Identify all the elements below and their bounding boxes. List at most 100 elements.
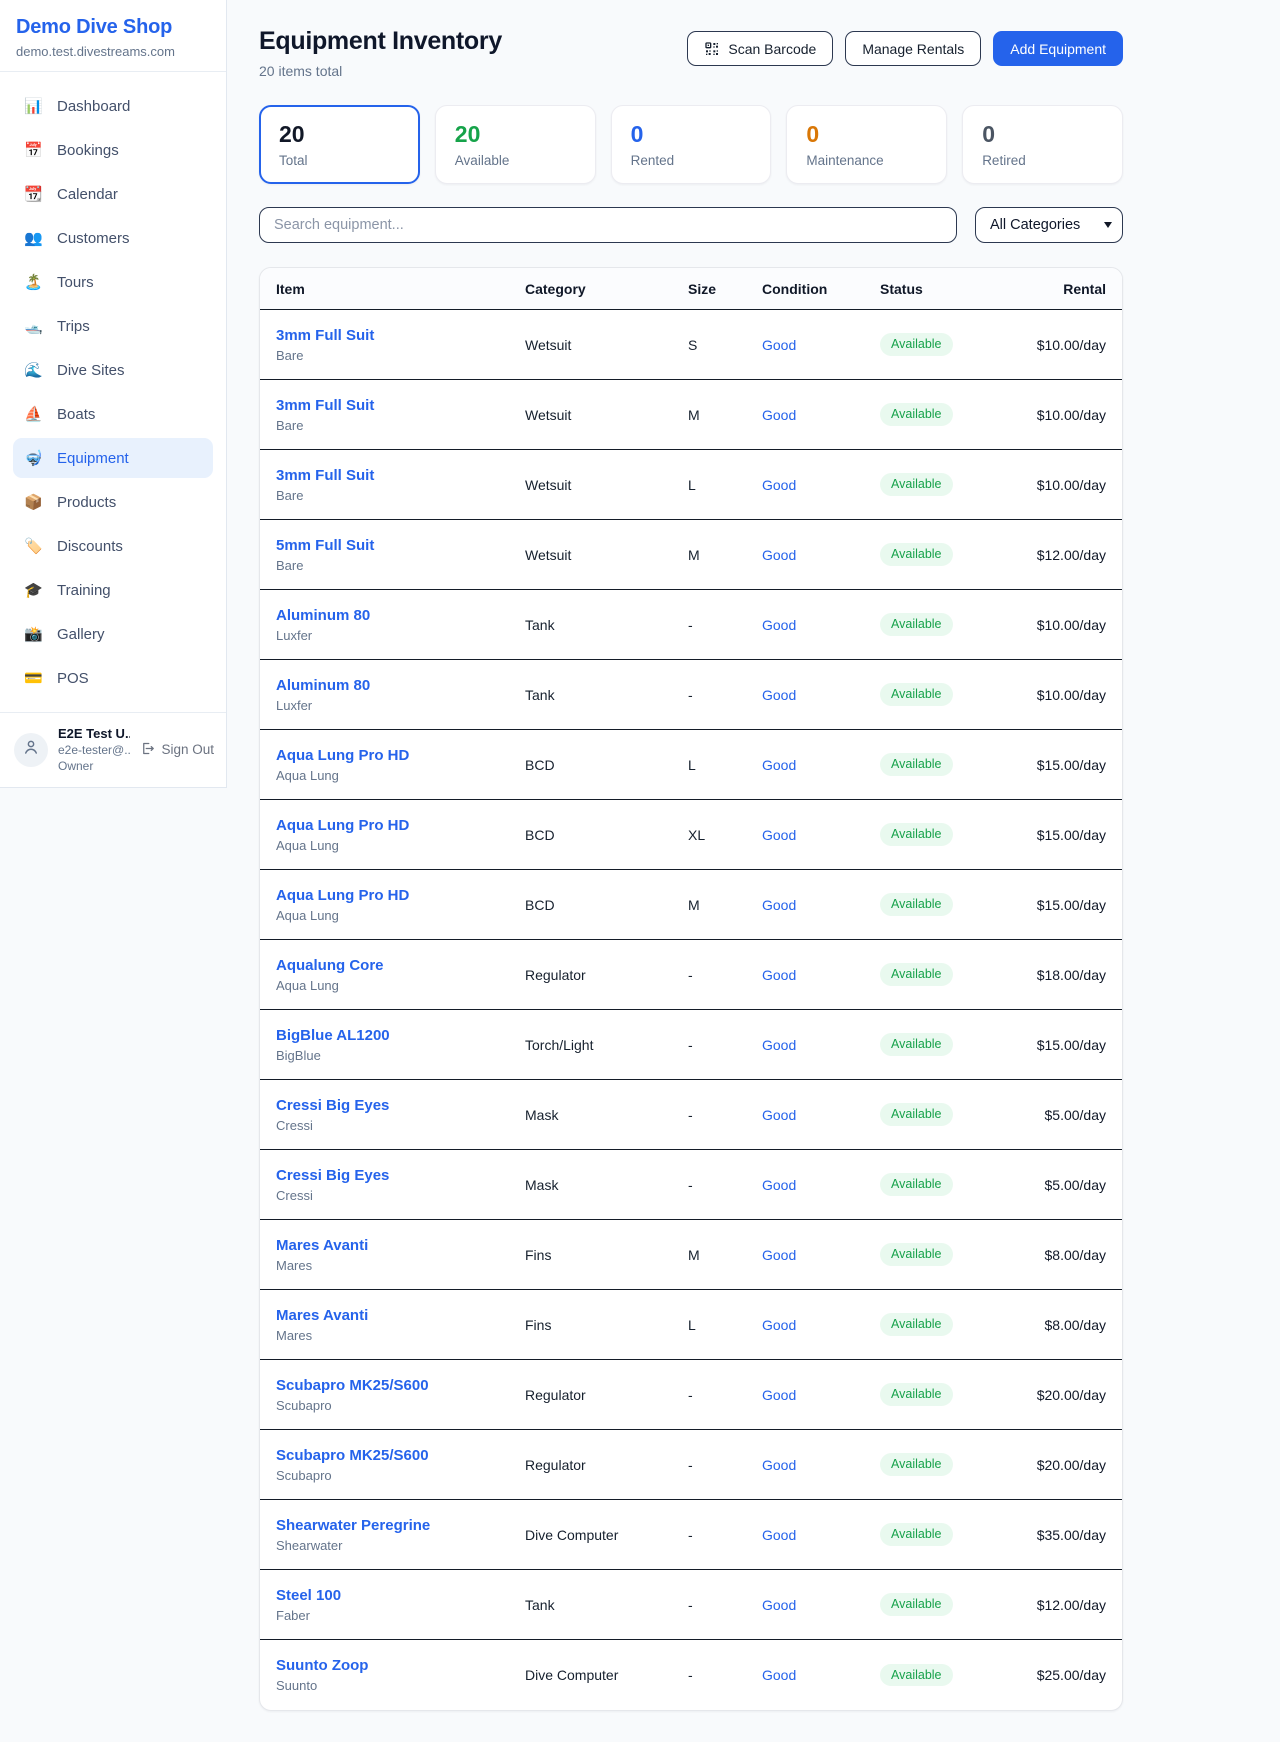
table-row[interactable]: Aqua Lung Pro HD Aqua Lung BCD XL Good A… bbox=[260, 800, 1122, 870]
sidebar-item-products[interactable]: 📦 Products bbox=[13, 482, 213, 522]
sidebar-item-boats[interactable]: ⛵ Boats bbox=[13, 394, 213, 434]
sidebar-item-discounts[interactable]: 🏷️ Discounts bbox=[13, 526, 213, 566]
condition-link[interactable]: Good bbox=[762, 827, 880, 843]
table-row[interactable]: Shearwater Peregrine Shearwater Dive Com… bbox=[260, 1500, 1122, 1570]
item-name-link[interactable]: Aluminum 80 bbox=[276, 677, 525, 694]
table-row[interactable]: Scubapro MK25/S600 Scubapro Regulator - … bbox=[260, 1430, 1122, 1500]
condition-link[interactable]: Good bbox=[762, 1527, 880, 1543]
item-name-link[interactable]: Aqualung Core bbox=[276, 957, 525, 974]
item-name-link[interactable]: Aqua Lung Pro HD bbox=[276, 887, 525, 904]
status-cell: Available bbox=[880, 1103, 1020, 1126]
sidebar-item-training[interactable]: 🎓 Training bbox=[13, 570, 213, 610]
item-name-link[interactable]: Aluminum 80 bbox=[276, 607, 525, 624]
stat-card-rented[interactable]: 0 Rented bbox=[611, 105, 772, 184]
search-input[interactable] bbox=[259, 207, 957, 243]
condition-link[interactable]: Good bbox=[762, 1457, 880, 1473]
condition-link[interactable]: Good bbox=[762, 1387, 880, 1403]
sidebar-item-pos[interactable]: 💳 POS bbox=[13, 658, 213, 698]
stat-card-maintenance[interactable]: 0 Maintenance bbox=[786, 105, 947, 184]
condition-link[interactable]: Good bbox=[762, 1247, 880, 1263]
item-brand: Bare bbox=[276, 558, 525, 573]
condition-link[interactable]: Good bbox=[762, 1177, 880, 1193]
scan-barcode-button[interactable]: Scan Barcode bbox=[687, 31, 833, 66]
status-badge: Available bbox=[880, 1383, 953, 1406]
brand-name[interactable]: Demo Dive Shop bbox=[16, 16, 212, 39]
item-name-link[interactable]: 3mm Full Suit bbox=[276, 397, 525, 414]
item-name-link[interactable]: BigBlue AL1200 bbox=[276, 1027, 525, 1044]
condition-link[interactable]: Good bbox=[762, 897, 880, 913]
item-name-link[interactable]: Scubapro MK25/S600 bbox=[276, 1447, 525, 1464]
condition-link[interactable]: Good bbox=[762, 1667, 880, 1683]
sidebar-item-tours[interactable]: 🏝️ Tours bbox=[13, 262, 213, 302]
item-name-link[interactable]: Mares Avanti bbox=[276, 1307, 525, 1324]
sidebar-item-trips[interactable]: 🛥️ Trips bbox=[13, 306, 213, 346]
sidebar-item-dashboard[interactable]: 📊 Dashboard bbox=[13, 86, 213, 126]
table-row[interactable]: Aluminum 80 Luxfer Tank - Good Available… bbox=[260, 660, 1122, 730]
condition-link[interactable]: Good bbox=[762, 1107, 880, 1123]
item-name-link[interactable]: 3mm Full Suit bbox=[276, 467, 525, 484]
table-row[interactable]: Cressi Big Eyes Cressi Mask - Good Avail… bbox=[260, 1080, 1122, 1150]
column-header-item: Item bbox=[276, 281, 525, 297]
table-row[interactable]: Aqua Lung Pro HD Aqua Lung BCD L Good Av… bbox=[260, 730, 1122, 800]
stat-value: 0 bbox=[982, 121, 1103, 148]
table-row[interactable]: Mares Avanti Mares Fins L Good Available… bbox=[260, 1290, 1122, 1360]
item-name-link[interactable]: Steel 100 bbox=[276, 1587, 525, 1604]
table-row[interactable]: 3mm Full Suit Bare Wetsuit M Good Availa… bbox=[260, 380, 1122, 450]
condition-link[interactable]: Good bbox=[762, 967, 880, 983]
calendar-icon: 📆 bbox=[23, 185, 44, 203]
condition-link[interactable]: Good bbox=[762, 1597, 880, 1613]
table-row[interactable]: Scubapro MK25/S600 Scubapro Regulator - … bbox=[260, 1360, 1122, 1430]
sidebar-item-dive-sites[interactable]: 🌊 Dive Sites bbox=[13, 350, 213, 390]
table-row[interactable]: Aluminum 80 Luxfer Tank - Good Available… bbox=[260, 590, 1122, 660]
rental-cell: $10.00/day bbox=[1020, 617, 1106, 633]
manage-rentals-button[interactable]: Manage Rentals bbox=[845, 31, 981, 66]
item-name-link[interactable]: Suunto Zoop bbox=[276, 1657, 525, 1674]
table-row[interactable]: Aqua Lung Pro HD Aqua Lung BCD M Good Av… bbox=[260, 870, 1122, 940]
condition-link[interactable]: Good bbox=[762, 407, 880, 423]
user-info: E2E Test U... e2e-tester@... Owner bbox=[58, 726, 130, 773]
condition-link[interactable]: Good bbox=[762, 337, 880, 353]
item-name-link[interactable]: Mares Avanti bbox=[276, 1237, 525, 1254]
item-name-link[interactable]: Cressi Big Eyes bbox=[276, 1167, 525, 1184]
sidebar-item-customers[interactable]: 👥 Customers bbox=[13, 218, 213, 258]
stat-card-available[interactable]: 20 Available bbox=[435, 105, 596, 184]
condition-link[interactable]: Good bbox=[762, 547, 880, 563]
condition-link[interactable]: Good bbox=[762, 477, 880, 493]
condition-link[interactable]: Good bbox=[762, 1037, 880, 1053]
table-row[interactable]: 3mm Full Suit Bare Wetsuit S Good Availa… bbox=[260, 310, 1122, 380]
condition-link[interactable]: Good bbox=[762, 1317, 880, 1333]
condition-link[interactable]: Good bbox=[762, 687, 880, 703]
table-row[interactable]: Aqualung Core Aqua Lung Regulator - Good… bbox=[260, 940, 1122, 1010]
sign-out-button[interactable]: Sign Out bbox=[140, 741, 214, 759]
table-row[interactable]: 3mm Full Suit Bare Wetsuit L Good Availa… bbox=[260, 450, 1122, 520]
sidebar-item-bookings[interactable]: 📅 Bookings bbox=[13, 130, 213, 170]
stat-card-retired[interactable]: 0 Retired bbox=[962, 105, 1123, 184]
item-name-link[interactable]: Aqua Lung Pro HD bbox=[276, 817, 525, 834]
item-name-link[interactable]: Aqua Lung Pro HD bbox=[276, 747, 525, 764]
status-badge: Available bbox=[880, 893, 953, 916]
stat-value: 0 bbox=[806, 121, 927, 148]
table-row[interactable]: 5mm Full Suit Bare Wetsuit M Good Availa… bbox=[260, 520, 1122, 590]
table-row[interactable]: Cressi Big Eyes Cressi Mask - Good Avail… bbox=[260, 1150, 1122, 1220]
size-cell: M bbox=[688, 1247, 762, 1263]
item-name-link[interactable]: Shearwater Peregrine bbox=[276, 1517, 525, 1534]
stat-card-total[interactable]: 20 Total bbox=[259, 105, 420, 184]
item-name-link[interactable]: Scubapro MK25/S600 bbox=[276, 1377, 525, 1394]
size-cell: - bbox=[688, 1667, 762, 1683]
category-filter-select[interactable]: All Categories bbox=[975, 207, 1123, 243]
condition-link[interactable]: Good bbox=[762, 757, 880, 773]
table-row[interactable]: Steel 100 Faber Tank - Good Available $1… bbox=[260, 1570, 1122, 1640]
item-cell: Aqualung Core Aqua Lung bbox=[276, 957, 525, 993]
item-name-link[interactable]: 5mm Full Suit bbox=[276, 537, 525, 554]
add-equipment-button[interactable]: Add Equipment bbox=[993, 31, 1123, 66]
sidebar-item-gallery[interactable]: 📸 Gallery bbox=[13, 614, 213, 654]
item-name-link[interactable]: 3mm Full Suit bbox=[276, 327, 525, 344]
table-row[interactable]: Mares Avanti Mares Fins M Good Available… bbox=[260, 1220, 1122, 1290]
item-name-link[interactable]: Cressi Big Eyes bbox=[276, 1097, 525, 1114]
status-cell: Available bbox=[880, 683, 1020, 706]
table-row[interactable]: Suunto Zoop Suunto Dive Computer - Good … bbox=[260, 1640, 1122, 1710]
sidebar-item-calendar[interactable]: 📆 Calendar bbox=[13, 174, 213, 214]
table-row[interactable]: BigBlue AL1200 BigBlue Torch/Light - Goo… bbox=[260, 1010, 1122, 1080]
sidebar-item-equipment[interactable]: 🤿 Equipment bbox=[13, 438, 213, 478]
condition-link[interactable]: Good bbox=[762, 617, 880, 633]
